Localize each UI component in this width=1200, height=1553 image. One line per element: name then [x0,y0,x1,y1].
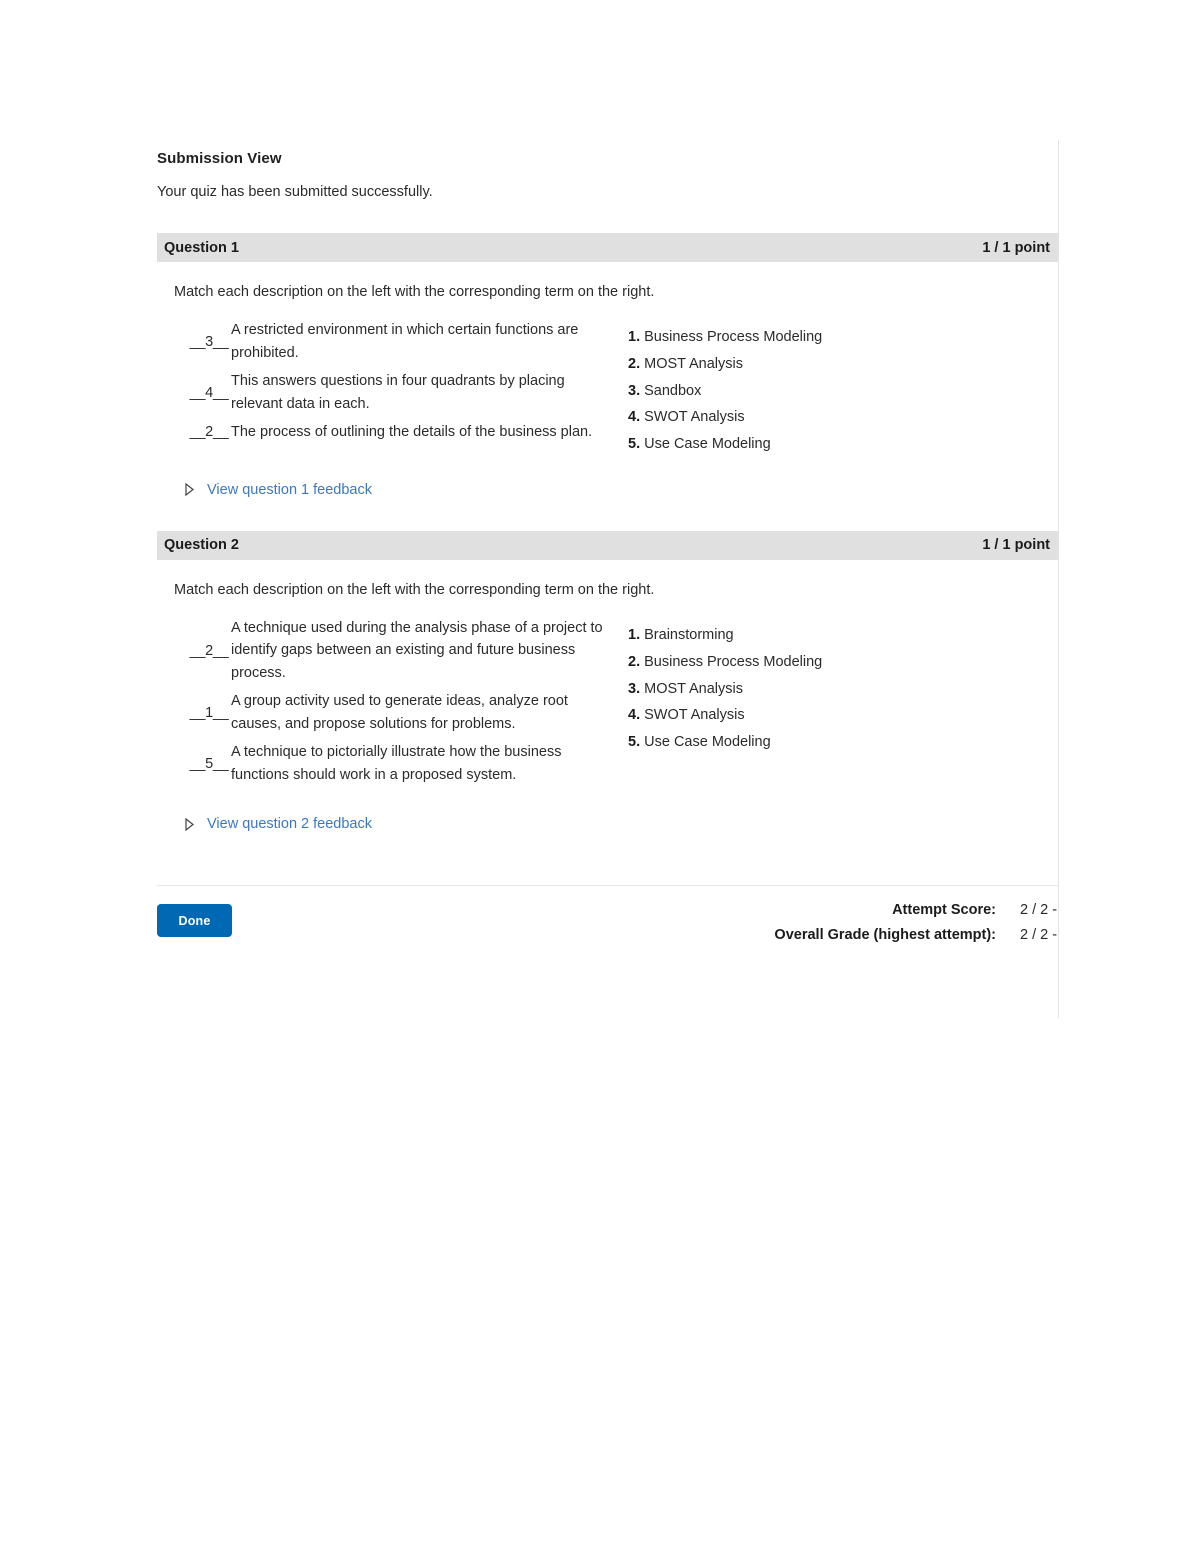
view-question-1-feedback-toggle[interactable]: View question 1 feedback [174,458,1058,498]
overall-grade-label: Overall Grade (highest attempt): [774,927,996,944]
term-text: Business Process Modeling [644,653,823,670]
match-description-text: A technique to pictorially illustrate ho… [231,744,562,783]
match-terms-2: 1. Brainstorming 2. Business Process Mod… [606,617,1058,756]
term-item: 5. Use Case Modeling [628,729,1058,756]
matching-area-1: __3__ A restricted environment in which … [174,300,1058,458]
attempt-score-value: 2 / 2 - A [1020,902,1058,919]
term-number: 3. [628,680,641,697]
term-number: 1. [628,626,641,643]
disclosure-triangle-icon [182,816,196,832]
submission-status-text: Your quiz has been submitted successfull… [157,184,433,200]
match-description-text: A restricted environment in which certai… [231,322,579,361]
attempt-score-row: Attempt Score: 2 / 2 - A [157,898,1058,923]
term-text: MOST Analysis [644,355,743,372]
question-header-2: Question 2 1 / 1 point [157,530,1058,560]
term-item: 4. SWOT Analysis [628,702,1058,729]
term-number: 1. [628,329,641,345]
term-item: 1. Brainstorming [628,622,1058,649]
term-number: 3. [628,382,641,399]
question-points-1: 1 / 1 point [982,239,1050,256]
question-prompt-1: Match each description on the left with … [174,284,655,300]
match-row: __5__ A technique to pictorially illustr… [187,741,606,786]
quiz-content-column: Submission View Your quiz has been submi… [157,140,1059,1019]
done-button[interactable]: Done [157,904,232,937]
match-description-text: A group activity used to generate ideas,… [231,693,568,732]
term-text: Brainstorming [644,626,734,643]
match-description-text: This answers questions in four quadrants… [231,373,565,412]
term-text: Use Case Modeling [644,734,771,751]
question-prompt-2: Match each description on the left with … [174,581,655,598]
term-item: 5. Use Case Modeling [628,431,1058,458]
view-question-2-feedback-link[interactable]: View question 2 feedback [207,816,372,832]
term-text: SWOT Analysis [644,409,745,426]
question-header-1: Question 1 1 / 1 point [157,233,1058,262]
question-block-2: Question 2 1 / 1 point Match each descri… [157,530,1058,833]
term-item: 1. Business Process Modeling [628,324,1058,351]
page-title: Submission View [157,150,282,167]
term-text: SWOT Analysis [644,707,745,724]
attempt-score-label: Attempt Score: [892,902,996,919]
submission-view-page: Submission View Your quiz has been submi… [0,0,1200,1553]
question-block-1: Question 1 1 / 1 point Match each descri… [157,233,1058,498]
match-terms-1: 1. Business Process Modeling 2. MOST Ana… [606,319,1058,458]
match-answer-value: __2__ [189,642,229,659]
term-number: 2. [628,355,641,372]
term-text: Business Process Modeling [644,329,823,345]
disclosure-triangle-icon [182,482,196,498]
term-number: 2. [628,653,641,670]
term-text: Sandbox [644,382,702,399]
term-item: 2. MOST Analysis [628,351,1058,378]
match-description-text: A technique used during the analysis pha… [231,619,603,681]
match-row: __2__ The process of outlining the detai… [187,421,606,444]
term-number: 5. [628,734,641,751]
match-row: __4__ This answers questions in four qua… [187,370,606,415]
term-item: 3. MOST Analysis [628,676,1058,703]
matching-area-2: __2__ A technique used during the analys… [174,598,1058,793]
match-row: __3__ A restricted environment in which … [187,319,606,364]
question-body-1: Match each description on the left with … [157,262,1058,498]
match-answer-value: __2__ [189,424,229,441]
term-item: 2. Business Process Modeling [628,649,1058,676]
match-row: __1__ A group activity used to generate … [187,690,606,735]
match-answer-value: __1__ [189,704,229,721]
match-description-text: The process of outlining the details of … [231,424,593,440]
match-answer-value: __3__ [189,333,229,350]
match-descriptions-2: __2__ A technique used during the analys… [174,617,606,793]
term-text: MOST Analysis [644,680,743,697]
term-item: 3. Sandbox [628,378,1058,405]
done-button-container: Done [157,904,232,937]
view-question-1-feedback-link[interactable]: View question 1 feedback [207,482,372,498]
score-summary: Attempt Score: 2 / 2 - A Overall Grade (… [157,886,1058,948]
term-text: Use Case Modeling [644,436,771,453]
match-answer-value: __5__ [189,755,229,772]
question-label-2: Question 2 [164,537,239,554]
question-body-2: Match each description on the left with … [157,560,1058,833]
view-question-2-feedback-toggle[interactable]: View question 2 feedback [174,792,1058,832]
question-label-1: Question 1 [164,239,239,256]
question-points-2: 1 / 1 point [982,537,1050,554]
match-row: __2__ A technique used during the analys… [187,617,606,685]
match-answer-value: __4__ [189,384,229,401]
term-number: 4. [628,409,641,426]
term-number: 5. [628,436,641,453]
term-number: 4. [628,707,641,724]
overall-grade-row: Overall Grade (highest attempt): 2 / 2 -… [157,923,1058,948]
term-item: 4. SWOT Analysis [628,404,1058,431]
overall-grade-value: 2 / 2 - A [1020,927,1058,944]
match-descriptions-1: __3__ A restricted environment in which … [174,319,606,450]
